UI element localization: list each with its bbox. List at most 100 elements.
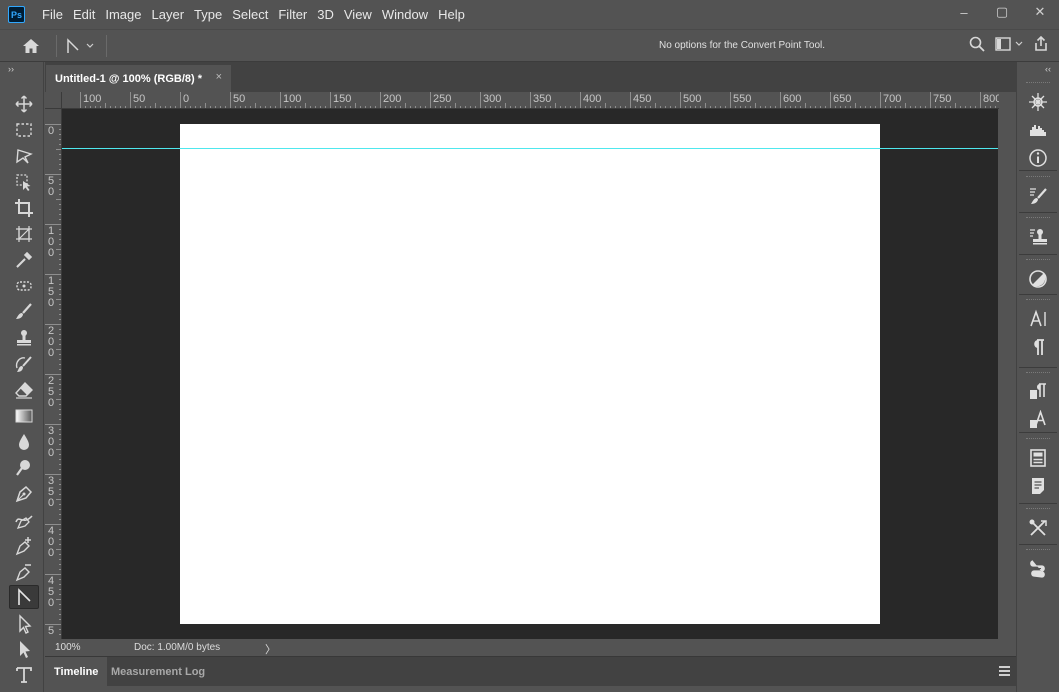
menu-window[interactable]: Window <box>377 0 433 29</box>
menu-view[interactable]: View <box>339 0 377 29</box>
close-button[interactable]: ✕ <box>1021 0 1059 24</box>
horizontal-guide[interactable] <box>62 148 998 149</box>
tab-timeline[interactable]: Timeline <box>45 657 108 686</box>
menu-edit[interactable]: Edit <box>68 0 100 29</box>
spot-healing-tool[interactable] <box>9 274 39 298</box>
eyedropper-tool[interactable] <box>9 248 39 272</box>
pen-icon <box>15 485 33 503</box>
ruler-label: 300 <box>483 93 502 105</box>
history-brush-tool[interactable] <box>9 352 39 376</box>
direct-selection-icon <box>20 641 30 658</box>
paragraph-styles-panel-button[interactable] <box>1018 406 1058 434</box>
eraser-tool[interactable] <box>9 378 39 402</box>
marquee-icon <box>16 123 32 137</box>
frame-tool[interactable] <box>9 222 39 246</box>
horizontal-ruler[interactable]: 100 50 0 50 100 150 200 250 300 350 400 450 500 550 60… <box>62 92 999 109</box>
zoom-level[interactable]: 100% <box>55 642 81 653</box>
freeform-pen-tool[interactable] <box>9 508 39 532</box>
menu-file[interactable]: File <box>37 0 68 29</box>
search-icon[interactable] <box>969 36 985 52</box>
clone-source-panel-button[interactable] <box>1018 223 1058 251</box>
ruler-tick <box>45 224 61 225</box>
menu-3d[interactable]: 3D <box>312 0 339 29</box>
document-area: Untitled-1 @ 100% (RGB/8) * × 100 50 0 50 10… <box>45 62 1016 692</box>
canvas-pasteboard[interactable] <box>62 109 998 639</box>
panel-menu-icon[interactable] <box>999 666 1010 676</box>
brushes-panel-button[interactable] <box>1018 182 1058 210</box>
lasso-tool[interactable] <box>9 144 39 168</box>
character-styles-panel-button[interactable] <box>1018 378 1058 406</box>
home-icon <box>23 39 39 53</box>
ruler-label: 450 <box>633 93 652 105</box>
ruler-tick <box>130 92 131 108</box>
direct-selection-tool[interactable] <box>9 637 39 661</box>
tool-preset-picker[interactable] <box>66 36 102 56</box>
panel-group-type <box>1018 297 1058 361</box>
ruler-label: 100 <box>83 93 102 105</box>
type-icon <box>16 667 32 683</box>
share-icon[interactable] <box>1033 36 1049 52</box>
vertical-scrollbar[interactable] <box>998 109 1016 639</box>
notes-panel-button[interactable] <box>1018 472 1058 500</box>
paragraph-panel-button[interactable] <box>1018 333 1058 361</box>
close-tab-icon[interactable]: × <box>216 71 222 83</box>
photoshop-logo: Ps <box>8 6 25 23</box>
histogram-panel-button[interactable] <box>1018 116 1058 144</box>
menu-image[interactable]: Image <box>100 0 146 29</box>
object-selection-tool[interactable] <box>9 170 39 194</box>
menu-select[interactable]: Select <box>227 0 273 29</box>
options-bar: No options for the Convert Point Tool. <box>0 29 1059 62</box>
add-anchor-point-tool[interactable] <box>9 534 39 558</box>
minimize-button[interactable]: – <box>945 0 983 24</box>
dock-collapse-button[interactable]: ‹‹ <box>1045 64 1051 74</box>
tab-measurement-log[interactable]: Measurement Log <box>102 657 214 686</box>
workspace-switcher[interactable] <box>995 37 1023 51</box>
tool-presets-panel-button[interactable] <box>1018 514 1058 542</box>
pen-tool[interactable] <box>9 482 39 506</box>
path-selection-tool[interactable] <box>9 612 39 636</box>
character-panel-button[interactable] <box>1018 305 1058 333</box>
navigator-panel-button[interactable] <box>1018 88 1058 116</box>
horizontal-scrollbar[interactable] <box>285 639 999 656</box>
status-menu-arrow[interactable]: 〉 <box>265 641 276 657</box>
panel-group-actions <box>1018 547 1058 583</box>
toolbar-collapse-button[interactable]: ›› <box>8 64 14 74</box>
menu-filter[interactable]: Filter <box>273 0 312 29</box>
ruler-label: 1 5 0 <box>47 275 55 309</box>
home-button[interactable] <box>20 36 42 56</box>
type-tool[interactable] <box>9 663 39 687</box>
status-bar: 100% Doc: 1.00M/0 bytes 〉 <box>45 639 1016 656</box>
menu-bar: Ps File Edit Image Layer Type Select Fil… <box>0 0 1059 29</box>
gradient-tool[interactable] <box>9 404 39 428</box>
options-separator <box>56 35 57 57</box>
info-panel-button[interactable] <box>1018 144 1058 172</box>
ruler-tick <box>230 92 231 108</box>
properties-panel-button[interactable] <box>1018 444 1058 472</box>
brush-tool[interactable] <box>9 300 39 324</box>
ruler-label: 100 <box>283 93 302 105</box>
panel-group-properties <box>1018 436 1058 500</box>
ruler-label: 800 <box>983 93 999 105</box>
ruler-tick <box>45 524 61 525</box>
convert-point-tool[interactable] <box>9 585 39 609</box>
crop-tool[interactable] <box>9 196 39 220</box>
document-tab[interactable]: Untitled-1 @ 100% (RGB/8) * × <box>46 65 231 92</box>
navigator-icon <box>1029 93 1047 111</box>
document-canvas[interactable] <box>180 124 880 624</box>
move-tool[interactable] <box>9 92 39 116</box>
vertical-ruler[interactable]: 0 5 0 1 0 0 1 5 0 2 0 0 2 5 0 3 0 0 3 5 0 4 0 0 4… <box>45 109 62 639</box>
ruler-label: 2 0 0 <box>47 325 55 359</box>
menu-type[interactable]: Type <box>189 0 227 29</box>
menu-layer[interactable]: Layer <box>147 0 190 29</box>
delete-anchor-point-tool[interactable] <box>9 560 39 584</box>
menu-help[interactable]: Help <box>433 0 470 29</box>
restore-button[interactable]: ▢ <box>983 0 1021 24</box>
ruler-tick <box>680 92 681 108</box>
adjustments-panel-button[interactable] <box>1018 265 1058 293</box>
rectangular-marquee-tool[interactable] <box>9 118 39 142</box>
dodge-tool[interactable] <box>9 456 39 480</box>
blur-tool[interactable] <box>9 430 39 454</box>
actions-panel-button[interactable] <box>1018 555 1058 583</box>
clone-stamp-tool[interactable] <box>9 326 39 350</box>
tools-panel: ›› <box>0 62 44 692</box>
